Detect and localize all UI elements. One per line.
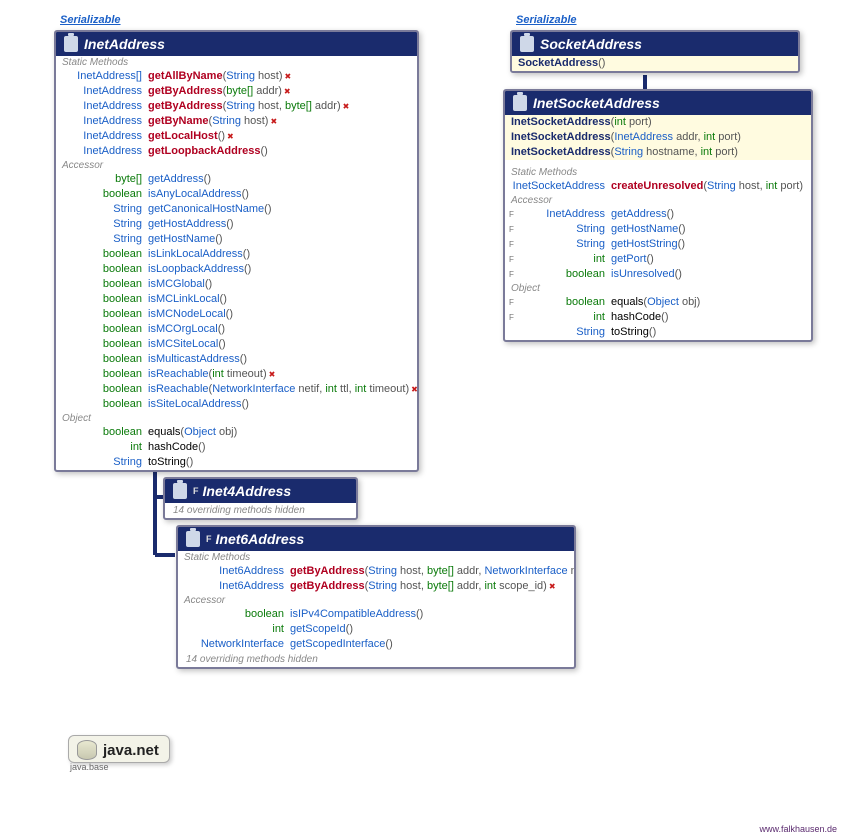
final-marker: F [193, 486, 199, 496]
method-row: booleanisMulticastAddress () [56, 352, 417, 367]
class-title: InetAddress [84, 36, 165, 52]
method-row: booleanisIPv4CompatibleAddress () [178, 607, 574, 622]
method-row: InetAddressgetByAddress (String host, by… [56, 99, 417, 114]
class-title: Inet4Address [203, 483, 292, 499]
section-static-methods: Static Methods [505, 166, 811, 179]
constructor-row: SocketAddress () [512, 56, 798, 71]
method-row: FbooleanisUnresolved () [505, 267, 811, 282]
method-row: booleanisReachable (NetworkInterface net… [56, 382, 417, 397]
method-row: byte[]getAddress () [56, 172, 417, 187]
class-inet-socket-address: InetSocketAddress InetSocketAddress (int… [503, 89, 813, 342]
class-header-inet-address: InetAddress [56, 32, 417, 56]
method-row: booleanisMCLinkLocal () [56, 292, 417, 307]
section-object: Object [505, 282, 811, 295]
method-row: FStringgetHostString () [505, 237, 811, 252]
section-accessor: Accessor [178, 594, 574, 607]
method-row: booleanisMCGlobal () [56, 277, 417, 292]
interface-serializable-2: Serializable [516, 14, 577, 26]
method-row: booleanisReachable (int timeout)✖ [56, 367, 417, 382]
method-row: InetAddressgetByAddress (byte[] addr)✖ [56, 84, 417, 99]
final-marker: F [206, 534, 212, 544]
method-row: inthashCode () [56, 440, 417, 455]
class-icon [513, 95, 527, 111]
package-name: java.net [103, 742, 159, 759]
method-row: booleanequals (Object obj) [56, 425, 417, 440]
class-header-inet6: F Inet6Address [178, 527, 574, 551]
hidden-methods-note: 14 overriding methods hidden [178, 652, 574, 667]
method-row: Inet6AddressgetByAddress (String host, b… [178, 579, 574, 594]
method-row: booleanisMCOrgLocal () [56, 322, 417, 337]
class-icon [520, 36, 534, 52]
class-inet-address: InetAddress Static Methods InetAddress[]… [54, 30, 419, 472]
method-row: intgetScopeId () [178, 622, 574, 637]
method-row: InetAddress[]getAllByName (String host)✖ [56, 69, 417, 84]
interface-serializable-1: Serializable [60, 14, 121, 26]
package-box: java.net [68, 735, 170, 763]
footer-link: www.falkhausen.de [759, 824, 837, 834]
method-row: InetAddressgetLocalHost ()✖ [56, 129, 417, 144]
class-header-inet-socket-address: InetSocketAddress [505, 91, 811, 115]
method-row: InetAddressgetLoopbackAddress () [56, 144, 417, 159]
class-icon [173, 483, 187, 499]
method-row: StringtoString () [56, 455, 417, 470]
class-inet4-address: F Inet4Address 14 overriding methods hid… [163, 477, 358, 520]
package-icon [77, 740, 97, 760]
section-accessor: Accessor [56, 159, 417, 172]
class-socket-address: SocketAddress SocketAddress () [510, 30, 800, 73]
constructor-row: InetSocketAddress (int port) [505, 115, 811, 130]
method-row: StringgetHostName () [56, 232, 417, 247]
class-title: SocketAddress [540, 36, 642, 52]
hidden-methods-note: 14 overriding methods hidden [165, 503, 356, 518]
method-row: FInetAddressgetAddress () [505, 207, 811, 222]
method-row: NetworkInterfacegetScopedInterface () [178, 637, 574, 652]
method-row: FintgetPort () [505, 252, 811, 267]
method-row: FinthashCode () [505, 310, 811, 325]
class-title: Inet6Address [216, 531, 305, 547]
class-icon [64, 36, 78, 52]
method-row: FStringgetHostName () [505, 222, 811, 237]
method-row: Fbooleanequals (Object obj) [505, 295, 811, 310]
package-module: java.base [70, 762, 109, 772]
constructor-row: InetSocketAddress (String hostname, int … [505, 145, 811, 160]
method-row: booleanisSiteLocalAddress () [56, 397, 417, 412]
class-title: InetSocketAddress [533, 95, 660, 111]
method-row: booleanisAnyLocalAddress () [56, 187, 417, 202]
method-row: InetSocketAddresscreateUnresolved (Strin… [505, 179, 811, 194]
class-icon [186, 531, 200, 547]
section-accessor: Accessor [505, 194, 811, 207]
method-row: booleanisLinkLocalAddress () [56, 247, 417, 262]
class-header-inet4: F Inet4Address [165, 479, 356, 503]
section-static-methods: Static Methods [178, 551, 574, 564]
method-row: InetAddressgetByName (String host)✖ [56, 114, 417, 129]
method-row: StringgetHostAddress () [56, 217, 417, 232]
class-inet6-address: F Inet6Address Static Methods Inet6Addre… [176, 525, 576, 669]
method-row: StringgetCanonicalHostName () [56, 202, 417, 217]
method-row: booleanisLoopbackAddress () [56, 262, 417, 277]
section-object: Object [56, 412, 417, 425]
method-row: booleanisMCSiteLocal () [56, 337, 417, 352]
method-row: StringtoString () [505, 325, 811, 340]
constructor-row: InetSocketAddress (InetAddress addr, int… [505, 130, 811, 145]
method-row: booleanisMCNodeLocal () [56, 307, 417, 322]
section-static-methods: Static Methods [56, 56, 417, 69]
class-header-socket-address: SocketAddress [512, 32, 798, 56]
method-row: Inet6AddressgetByAddress (String host, b… [178, 564, 574, 579]
